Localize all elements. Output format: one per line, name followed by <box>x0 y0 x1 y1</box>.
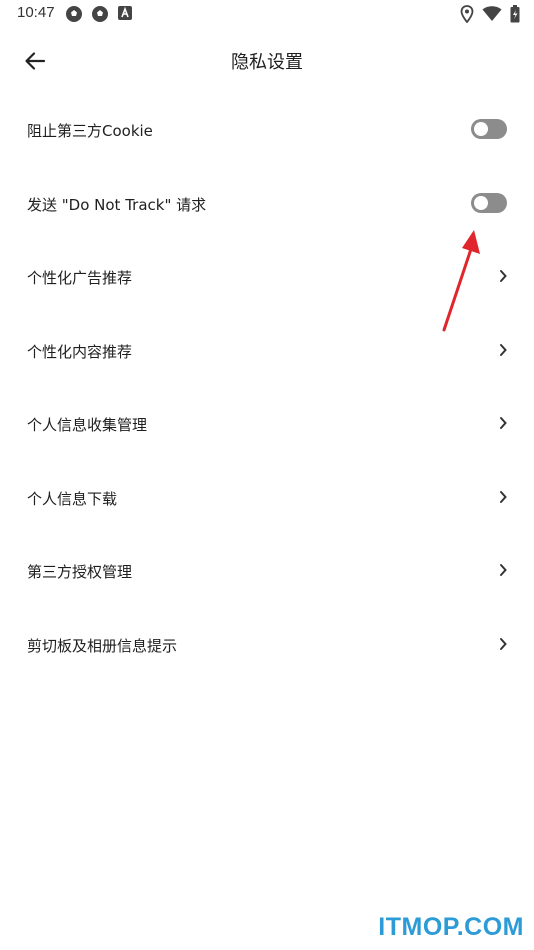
chevron-right-icon <box>500 490 507 503</box>
watermark: ITMOP.COM <box>378 913 524 941</box>
soccer-icon <box>92 6 108 22</box>
setting-personal-info-download[interactable]: 个人信息下载 <box>0 462 534 536</box>
chevron-right-icon <box>500 564 507 576</box>
status-time: 10:47 <box>17 4 55 21</box>
setting-label: 剪切板及相册信息提示 <box>27 636 178 655</box>
do-not-track-toggle[interactable] <box>471 192 507 213</box>
setting-label: 个人信息下载 <box>27 489 118 508</box>
chevron-right-icon <box>500 637 507 650</box>
block-cookies-toggle[interactable] <box>471 119 507 139</box>
status-bar: 10:47 <box>0 0 534 28</box>
setting-label: 个性化广告推荐 <box>27 269 133 287</box>
chevron-right-icon <box>500 270 507 282</box>
toggle-knob <box>474 195 488 210</box>
page-title: 隐私设置 <box>231 52 303 73</box>
setting-block-third-party-cookies[interactable]: 阻止第三方Cookie <box>0 94 534 168</box>
status-left-icons <box>65 5 133 23</box>
setting-label: 个性化内容推荐 <box>27 342 133 361</box>
wifi-icon <box>482 6 502 21</box>
setting-clipboard-album-prompt[interactable]: 剪切板及相册信息提示 <box>0 609 534 683</box>
chevron-right-icon <box>500 343 507 356</box>
setting-label: 发送 "Do Not Track" 请求 <box>27 195 207 214</box>
setting-label: 阻止第三方Cookie <box>27 122 153 140</box>
battery-icon <box>510 5 520 23</box>
setting-personal-info-collection[interactable]: 个人信息收集管理 <box>0 388 534 462</box>
soccer-icon <box>66 6 82 22</box>
status-right-icons <box>460 5 520 23</box>
location-icon <box>460 5 474 23</box>
setting-third-party-authorization[interactable]: 第三方授权管理 <box>0 535 534 609</box>
annotation-arrow-icon <box>442 230 480 332</box>
setting-label: 第三方授权管理 <box>27 563 133 581</box>
font-icon <box>118 6 132 20</box>
app-header: 隐私设置 <box>0 36 534 84</box>
settings-list: 阻止第三方Cookie 发送 "Do Not Track" 请求 个性化广告推荐… <box>0 94 534 682</box>
setting-label: 个人信息收集管理 <box>27 416 148 434</box>
toggle-knob <box>474 122 488 136</box>
chevron-right-icon <box>500 417 507 429</box>
